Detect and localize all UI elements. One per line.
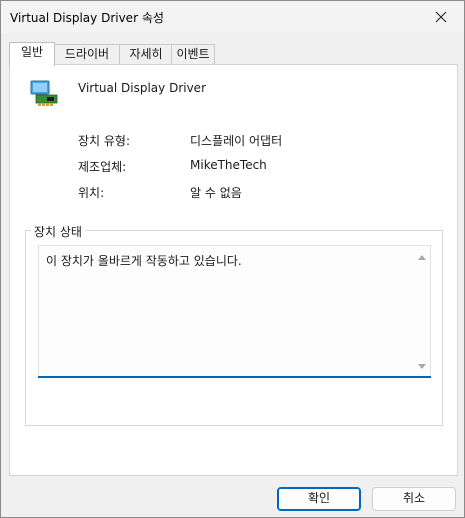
close-button[interactable] (418, 1, 464, 33)
location-value: 알 수 없음 (190, 186, 242, 200)
tab-driver[interactable]: 드라이버 (53, 44, 121, 64)
scroll-up-arrow-icon[interactable] (417, 253, 427, 261)
title-bar: Virtual Display Driver 속성 (1, 1, 464, 33)
device-status-label: 장치 상태 (31, 223, 85, 240)
tab-details[interactable]: 자세히 (119, 44, 173, 64)
tab-general-label: 일반 (20, 45, 44, 59)
properties-dialog: Virtual Display Driver 속성 일반 드라이버 자세히 이벤… (0, 0, 465, 518)
location-label: 위치: (78, 186, 105, 200)
window-title: Virtual Display Driver 속성 (10, 11, 164, 25)
cancel-button[interactable]: 취소 (372, 487, 456, 511)
device-status-textbox[interactable]: 이 장치가 올바르게 작동하고 있습니다. (38, 245, 431, 378)
tab-general[interactable]: 일반 (9, 42, 55, 66)
manufacturer-label: 제조업체: (78, 160, 127, 174)
ok-button[interactable]: 확인 (277, 487, 361, 511)
device-status-text: 이 장치가 올바르게 작동하고 있습니다. (46, 254, 242, 268)
general-tab-panel: Virtual Display Driver 장치 유형: 디스플레이 어댑터 … (9, 64, 458, 476)
tab-driver-label: 드라이버 (64, 47, 110, 61)
device-type-label: 장치 유형: (78, 134, 131, 148)
focus-underline (38, 376, 431, 378)
display-adapter-icon (30, 80, 58, 106)
tab-events[interactable]: 이벤트 (171, 44, 215, 64)
device-type-value: 디스플레이 어댑터 (190, 134, 283, 148)
manufacturer-value: MikeTheTech (190, 158, 267, 172)
device-name: Virtual Display Driver (78, 81, 206, 95)
tab-details-label: 자세히 (129, 47, 163, 61)
device-status-group: 장치 상태 이 장치가 올바르게 작동하고 있습니다. (25, 223, 443, 426)
close-icon (435, 11, 447, 23)
scroll-down-arrow-icon[interactable] (417, 363, 427, 371)
tab-events-label: 이벤트 (176, 47, 210, 61)
